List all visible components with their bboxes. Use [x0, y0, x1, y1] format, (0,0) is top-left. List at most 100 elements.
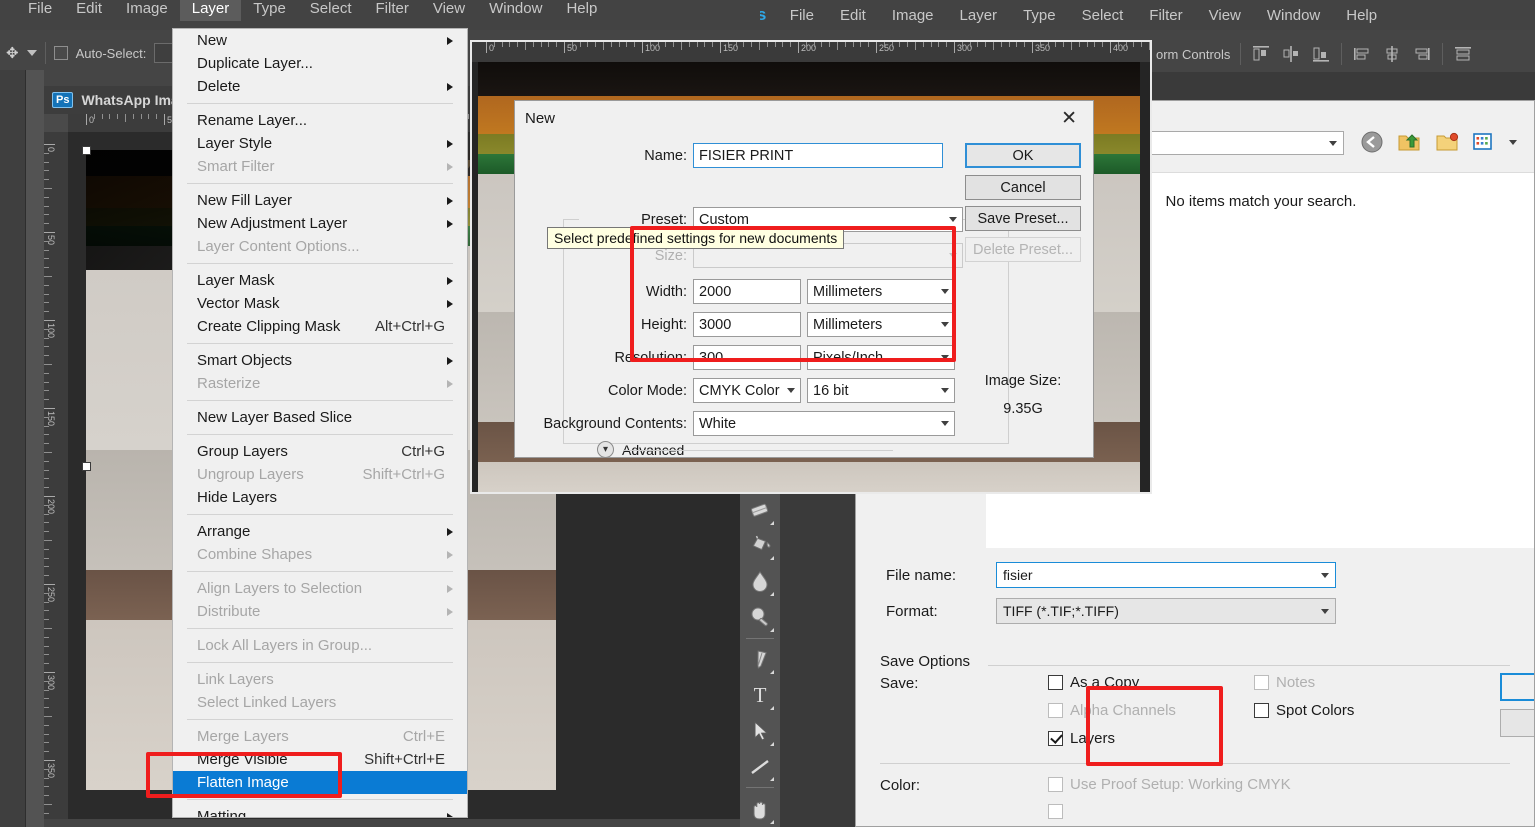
chevron-down-icon[interactable] [1321, 572, 1329, 578]
menu2-window[interactable]: Window [477, 0, 554, 21]
chevron-down-icon[interactable] [26, 50, 37, 56]
close-icon[interactable]: ✕ [1053, 107, 1085, 130]
align-top-edges-icon[interactable] [1352, 45, 1372, 63]
menu-item-group-layers[interactable]: Group Layers Ctrl+G [173, 440, 467, 463]
pen-tool[interactable] [743, 642, 777, 678]
chevron-down-icon[interactable] [941, 421, 949, 426]
menu2-type[interactable]: Type [241, 0, 298, 21]
chevron-down-icon[interactable] [941, 388, 949, 393]
back-icon[interactable] [1361, 131, 1383, 153]
auto-select-checkbox[interactable] [53, 46, 68, 60]
chevron-down-icon[interactable] [941, 322, 949, 327]
menu-item-merge-visible[interactable]: Merge Visible Shift+Ctrl+E [173, 748, 467, 771]
menu2-view[interactable]: View [421, 0, 477, 21]
menu2-edit[interactable]: Edit [64, 0, 114, 21]
menu-edit[interactable]: Edit [827, 3, 879, 28]
align-vertical-centers-icon[interactable] [1382, 45, 1402, 63]
align-right-edges-icon[interactable] [1311, 45, 1331, 63]
checkbox-spot-colors[interactable]: Spot Colors [1254, 702, 1354, 719]
menu-item-duplicate-layer[interactable]: Duplicate Layer... [173, 52, 467, 75]
dodge-tool[interactable] [743, 599, 777, 635]
chevron-down-icon[interactable] [941, 355, 949, 360]
menu2-filter[interactable]: Filter [364, 0, 421, 21]
resolution-unit-select[interactable]: Pixels/Inch [807, 345, 955, 370]
menu2-image[interactable]: Image [114, 0, 180, 21]
menu-item-new-fill-layer[interactable]: New Fill Layer [173, 189, 467, 212]
checkbox-box[interactable] [1048, 675, 1063, 690]
menu-item-new-layer-based-slice[interactable]: New Layer Based Slice [173, 406, 467, 429]
color-mode-select[interactable]: CMYK Color [693, 378, 801, 403]
blur-tool[interactable] [743, 563, 777, 599]
menu-file[interactable]: File [777, 3, 827, 28]
type-tool[interactable]: T [743, 677, 777, 713]
view-options-chevron-icon[interactable] [1509, 139, 1517, 145]
checkbox-box[interactable] [1254, 703, 1269, 718]
height-unit-select[interactable]: Millimeters [807, 312, 955, 337]
background-select[interactable]: White [693, 411, 955, 436]
chevron-down-icon[interactable] [949, 217, 957, 222]
menu-item-matting[interactable]: Matting [173, 805, 467, 817]
path-selection-tool[interactable] [743, 713, 777, 749]
photoshop-new-document-window[interactable]: 0 50 100 150 200 250 300 350 400 New ✕ Name: FIS… [470, 40, 1152, 494]
transform-handle-ml[interactable] [82, 462, 91, 471]
menu-help[interactable]: Help [1333, 3, 1390, 28]
bit-depth-select[interactable]: 16 bit [807, 378, 955, 403]
menu2-help[interactable]: Help [554, 0, 609, 21]
save-preset-button[interactable]: Save Preset... [965, 206, 1081, 231]
menu-item-vector-mask[interactable]: Vector Mask [173, 292, 467, 315]
distribute-top-icon[interactable] [1453, 45, 1473, 63]
eraser-tool[interactable] [743, 492, 777, 528]
align-left-edges-icon[interactable] [1251, 45, 1271, 63]
menu-item-new-adjustment-layer[interactable]: New Adjustment Layer [173, 212, 467, 235]
menu-layer[interactable]: Layer [947, 3, 1011, 28]
menu-type[interactable]: Type [1010, 3, 1069, 28]
move-tool-icon[interactable]: ✥ [6, 44, 19, 62]
search-input[interactable] [1134, 131, 1344, 155]
menu-item-flatten-image[interactable]: Flatten Image [173, 771, 467, 794]
menu2-file[interactable]: File [16, 0, 64, 21]
checkbox-layers[interactable]: Layers [1048, 730, 1115, 747]
layer-menu-dropdown[interactable]: New Duplicate Layer... Delete Rename Layer.… [172, 28, 468, 818]
file-name-input[interactable]: fisier [996, 562, 1336, 588]
new-folder-icon[interactable] [1435, 131, 1459, 153]
menu-item-rename-layer[interactable]: Rename Layer... [173, 109, 467, 132]
cancel-button[interactable]: Cancel [965, 175, 1081, 200]
width-unit-select[interactable]: Millimeters [807, 279, 955, 304]
checkbox-box[interactable] [1048, 731, 1063, 746]
menu-item-layer-mask[interactable]: Layer Mask [173, 269, 467, 292]
menu2-layer[interactable]: Layer [179, 0, 242, 21]
menu-item-delete[interactable]: Delete [173, 75, 467, 98]
menu-item-smart-objects[interactable]: Smart Objects [173, 349, 467, 372]
align-bottom-edges-icon[interactable] [1412, 45, 1432, 63]
paint-bucket-tool[interactable] [743, 528, 777, 564]
format-select[interactable]: TIFF (*.TIF;*.TIFF) [996, 598, 1336, 624]
height-input[interactable]: 3000 [693, 312, 801, 337]
menu-item-create-clipping-mask[interactable]: Create Clipping Mask Alt+Ctrl+G [173, 315, 467, 338]
new-document-dialog[interactable]: New ✕ Name: FISIER PRINT Preset: Custom [514, 100, 1094, 458]
resolution-input[interactable]: 300 [693, 345, 801, 370]
chevron-down-icon[interactable] [941, 289, 949, 294]
menu-item-layer-style[interactable]: Layer Style [173, 132, 467, 155]
align-horizontal-centers-icon[interactable] [1281, 45, 1301, 63]
chevron-down-icon[interactable] [1321, 608, 1329, 614]
chevron-down-icon[interactable] [787, 388, 795, 393]
line-tool[interactable] [743, 749, 777, 785]
ok-button[interactable]: OK [965, 143, 1081, 168]
menu2-select[interactable]: Select [298, 0, 364, 21]
name-input[interactable]: FISIER PRINT [693, 143, 943, 168]
menu-filter[interactable]: Filter [1136, 3, 1195, 28]
menu-window[interactable]: Window [1254, 3, 1333, 28]
menu-view[interactable]: View [1196, 3, 1254, 28]
chevron-down-circle-icon[interactable]: ▾ [597, 441, 614, 458]
up-folder-icon[interactable] [1397, 131, 1421, 153]
chevron-down-icon[interactable] [1329, 140, 1337, 146]
view-options-icon[interactable] [1473, 132, 1495, 152]
transform-handle-tl[interactable] [82, 146, 91, 155]
checkbox-as-a-copy[interactable]: As a Copy [1048, 674, 1139, 691]
menu-item-new[interactable]: New [173, 29, 467, 52]
hand-tool[interactable] [743, 791, 777, 827]
menu-select[interactable]: Select [1069, 3, 1137, 28]
menu-item-arrange[interactable]: Arrange [173, 520, 467, 543]
width-input[interactable]: 2000 [693, 279, 801, 304]
menu-image[interactable]: Image [879, 3, 947, 28]
